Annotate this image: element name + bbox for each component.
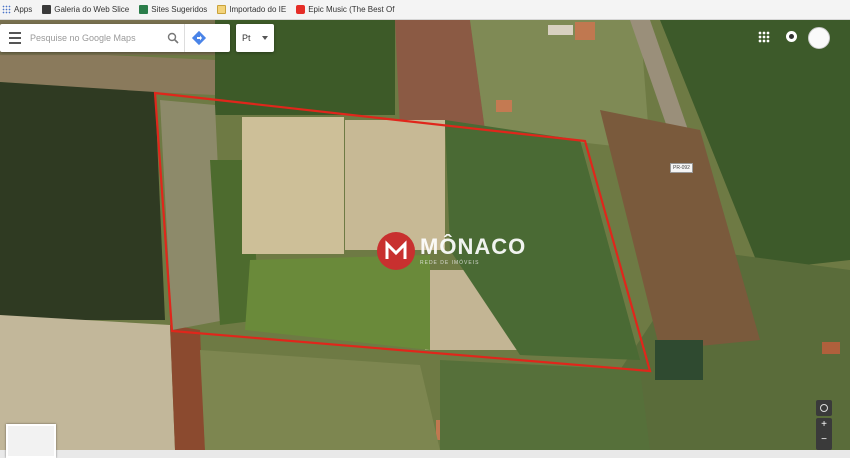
notifications-icon[interactable] (786, 31, 797, 42)
apps-grid-icon[interactable] (758, 31, 770, 43)
search-icon[interactable] (162, 24, 184, 52)
web-slice-icon (42, 5, 52, 14)
apps-icon (2, 5, 11, 14)
bookmark-web-slice[interactable]: Galeria do Web Slice (42, 5, 129, 14)
monaco-logo-icon (377, 232, 415, 270)
avatar[interactable] (808, 27, 830, 49)
bookmark-epic-music[interactable]: Epic Music (The Best Of (296, 5, 394, 14)
zoom-in-button[interactable]: + (816, 418, 832, 433)
zoom-out-button[interactable]: − (816, 433, 832, 448)
layer-thumbnail[interactable] (6, 424, 56, 458)
language-value: Pt (242, 33, 251, 43)
watermark-name: MÔNACO (420, 234, 527, 259)
menu-icon[interactable] (0, 24, 30, 52)
watermark-tagline: REDE DE IMÓVEIS (420, 260, 480, 266)
watermark: MÔNACO REDE DE IMÓVEIS (377, 232, 526, 270)
bookmark-suggested-sites[interactable]: Sites Sugeridos (139, 5, 207, 14)
directions-icon[interactable] (184, 24, 213, 52)
road-label: PR-092 (670, 163, 693, 173)
bookmark-apps[interactable]: Apps (2, 5, 32, 14)
language-select[interactable]: Pt (236, 24, 274, 52)
bookmarks-bar: Apps Galeria do Web Slice Sites Sugerido… (0, 0, 850, 20)
bookmark-imported-ie[interactable]: Importado do IE (217, 5, 286, 14)
search-box (0, 24, 230, 52)
folder-icon (217, 5, 227, 14)
suggested-sites-icon (139, 5, 149, 14)
zoom-controls: + − (816, 418, 832, 450)
search-input[interactable] (30, 33, 162, 43)
my-location-button[interactable] (816, 400, 832, 416)
youtube-icon (296, 5, 306, 14)
chevron-down-icon (262, 36, 268, 40)
